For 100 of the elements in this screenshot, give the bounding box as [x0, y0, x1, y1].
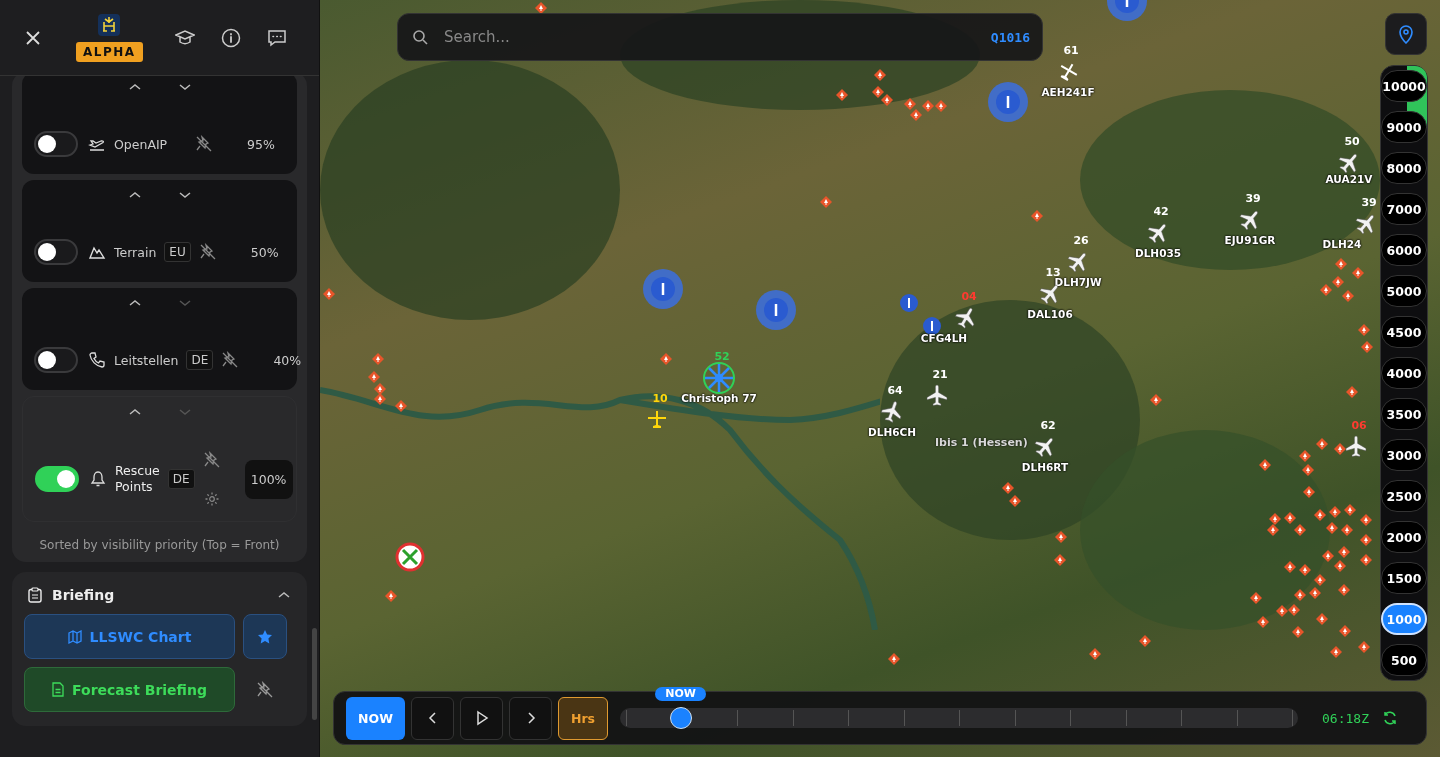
fire-marker-icon[interactable]: [1257, 616, 1269, 628]
altitude-level-button[interactable]: 1500: [1381, 562, 1427, 594]
fire-marker-icon[interactable]: [1250, 592, 1262, 604]
chart-button[interactable]: LLSWC Chart: [24, 614, 235, 659]
fire-marker-icon[interactable]: [1139, 635, 1151, 647]
fire-marker-icon[interactable]: [1341, 524, 1353, 536]
pin-off-icon[interactable]: [195, 135, 213, 153]
altitude-level-button[interactable]: 10000: [1381, 70, 1427, 102]
fire-marker-icon[interactable]: [1150, 394, 1162, 406]
fire-marker-icon[interactable]: [1344, 504, 1356, 516]
fire-marker-icon[interactable]: [368, 371, 380, 383]
altitude-level-button[interactable]: 3000: [1381, 439, 1427, 471]
fire-marker-icon[interactable]: [660, 353, 672, 365]
altitude-level-button[interactable]: 7000: [1381, 193, 1427, 225]
fire-marker-icon[interactable]: [1302, 464, 1314, 476]
fire-marker-icon[interactable]: [836, 89, 848, 101]
helicopter-icon[interactable]: [702, 361, 736, 395]
pin-off-icon[interactable]: [221, 351, 240, 369]
fire-marker-icon[interactable]: [1294, 524, 1306, 536]
fire-marker-icon[interactable]: [935, 100, 947, 112]
timeline-track[interactable]: [620, 708, 1298, 728]
settings-icon[interactable]: [203, 491, 220, 507]
altitude-level-button[interactable]: 3500: [1381, 398, 1427, 430]
fire-marker-icon[interactable]: [1326, 522, 1338, 534]
airliner-icon[interactable]: [954, 306, 978, 330]
fire-marker-icon[interactable]: [1335, 258, 1347, 270]
fire-marker-icon[interactable]: [385, 590, 397, 602]
altitude-level-button[interactable]: 4500: [1381, 316, 1427, 348]
altitude-level-button[interactable]: 5000: [1381, 275, 1427, 307]
fire-marker-icon[interactable]: [374, 393, 386, 405]
fire-marker-icon[interactable]: [1276, 605, 1288, 617]
hours-button[interactable]: Hrs: [558, 696, 608, 740]
search-bar[interactable]: Search... Q1016: [397, 13, 1043, 61]
fire-marker-icon[interactable]: [1002, 482, 1014, 494]
fire-marker-icon[interactable]: [372, 353, 384, 365]
location-button[interactable]: [1385, 13, 1427, 55]
altitude-level-button[interactable]: 4000: [1381, 357, 1427, 389]
cluster-marker-icon[interactable]: [642, 268, 684, 310]
fire-marker-icon[interactable]: [1320, 284, 1332, 296]
fire-marker-icon[interactable]: [1342, 290, 1354, 302]
fire-marker-icon[interactable]: [1330, 646, 1342, 658]
fire-marker-icon[interactable]: [1009, 495, 1021, 507]
fire-marker-icon[interactable]: [910, 109, 922, 121]
fire-marker-icon[interactable]: [1309, 587, 1321, 599]
altitude-level-button[interactable]: 1000: [1381, 603, 1427, 635]
layer-toggle[interactable]: [35, 466, 79, 492]
fire-marker-icon[interactable]: [1316, 613, 1328, 625]
fire-marker-icon[interactable]: [1054, 554, 1066, 566]
fire-marker-icon[interactable]: [1334, 443, 1346, 455]
fire-marker-icon[interactable]: [323, 288, 335, 300]
fire-marker-icon[interactable]: [1352, 267, 1364, 279]
airliner-icon[interactable]: [880, 400, 904, 424]
fire-marker-icon[interactable]: [1314, 574, 1326, 586]
fire-marker-icon[interactable]: [1292, 626, 1304, 638]
fire-marker-icon[interactable]: [904, 98, 916, 110]
station-marker-icon[interactable]: [899, 293, 919, 313]
fire-marker-icon[interactable]: [1294, 589, 1306, 601]
fire-marker-icon[interactable]: [1089, 648, 1101, 660]
altitude-level-button[interactable]: 9000: [1381, 111, 1427, 143]
fire-marker-icon[interactable]: [1314, 509, 1326, 521]
layer-toggle[interactable]: [34, 239, 78, 265]
fire-marker-icon[interactable]: [1358, 324, 1370, 336]
layer-toggle[interactable]: [34, 131, 78, 157]
fire-marker-icon[interactable]: [874, 69, 886, 81]
favorite-button[interactable]: [243, 614, 287, 659]
fire-marker-icon[interactable]: [1360, 554, 1372, 566]
fire-marker-icon[interactable]: [888, 653, 900, 665]
search-input[interactable]: Search...: [442, 27, 977, 47]
fire-marker-icon[interactable]: [1299, 450, 1311, 462]
fire-marker-icon[interactable]: [1360, 534, 1372, 546]
fire-marker-icon[interactable]: [1361, 341, 1373, 353]
fire-marker-icon[interactable]: [1339, 625, 1351, 637]
fire-marker-icon[interactable]: [1299, 564, 1311, 576]
fire-marker-icon[interactable]: [1031, 210, 1043, 222]
fire-marker-icon[interactable]: [1338, 546, 1350, 558]
fire-marker-icon[interactable]: [1322, 550, 1334, 562]
airliner-icon[interactable]: [1344, 435, 1368, 459]
fire-marker-icon[interactable]: [922, 100, 934, 112]
fire-marker-icon[interactable]: [374, 383, 386, 395]
pin-off-icon[interactable]: [198, 243, 217, 261]
altitude-level-button[interactable]: 8000: [1381, 152, 1427, 184]
fire-marker-icon[interactable]: [1334, 560, 1346, 572]
fire-marker-icon[interactable]: [820, 196, 832, 208]
fire-marker-icon[interactable]: [1303, 486, 1315, 498]
fire-marker-icon[interactable]: [1284, 561, 1296, 573]
fire-marker-icon[interactable]: [1332, 276, 1344, 288]
altitude-level-button[interactable]: 500: [1381, 644, 1427, 676]
fire-marker-icon[interactable]: [1267, 524, 1279, 536]
layer-toggle[interactable]: [34, 347, 78, 373]
pin-off-icon[interactable]: [202, 451, 221, 469]
fire-marker-icon[interactable]: [872, 86, 884, 98]
fire-marker-icon[interactable]: [1288, 604, 1300, 616]
forecast-button[interactable]: Forecast Briefing: [24, 667, 235, 712]
no-entry-marker-icon[interactable]: [394, 541, 426, 573]
fire-marker-icon[interactable]: [1284, 512, 1296, 524]
fire-marker-icon[interactable]: [1269, 513, 1281, 525]
fire-marker-icon[interactable]: [395, 400, 407, 412]
fire-marker-icon[interactable]: [1055, 531, 1067, 543]
fire-marker-icon[interactable]: [1316, 438, 1328, 450]
cluster-marker-icon[interactable]: [987, 81, 1029, 123]
